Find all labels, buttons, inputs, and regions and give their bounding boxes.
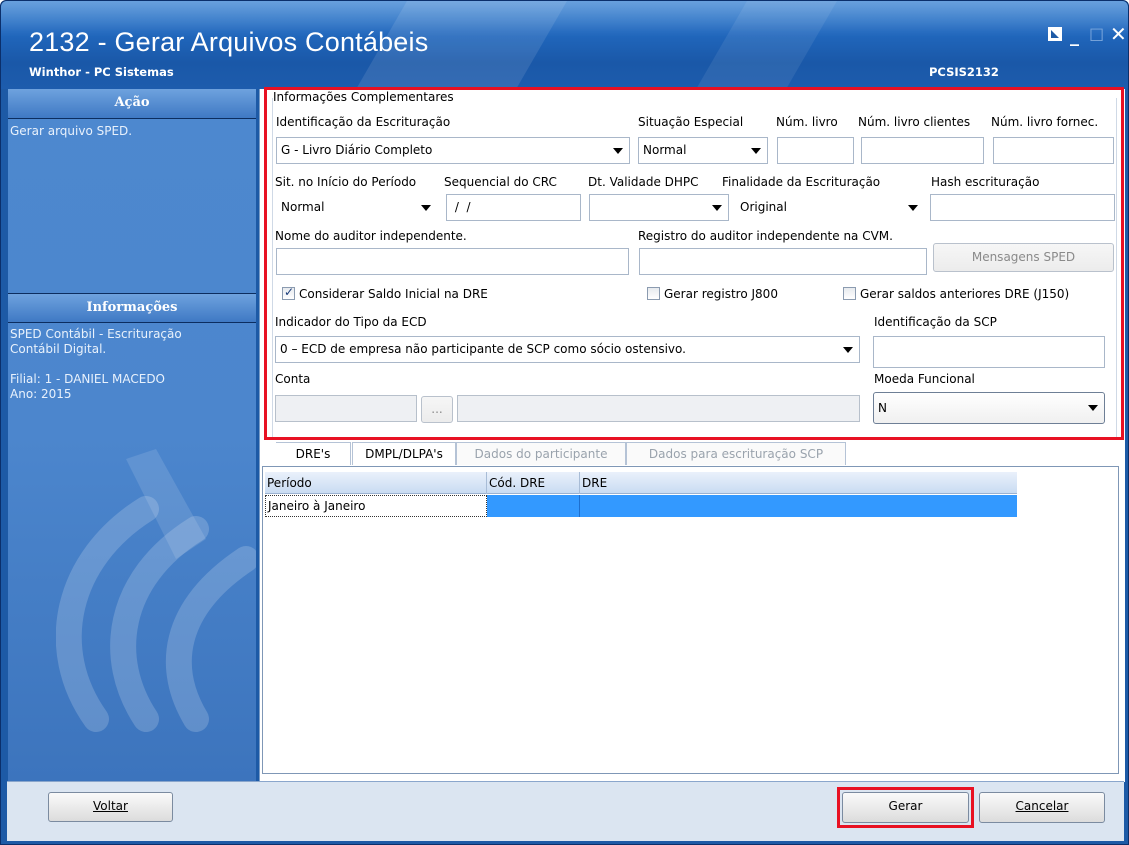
sidebar: Ação Gerar arquivo SPED. Informações SPE…	[8, 89, 256, 782]
highlight-frame	[264, 87, 1124, 440]
info-filial: Filial: 1 - DANIEL MACEDO	[10, 372, 166, 386]
informacoes-header: Informações	[8, 293, 256, 323]
minimize-icon[interactable]: _	[1070, 28, 1079, 46]
close-icon[interactable]: ✕	[1110, 24, 1127, 44]
window-title: 2132 - Gerar Arquivos Contábeis	[29, 27, 429, 57]
cancelar-label: Cancelar	[1015, 799, 1069, 813]
col-cod-dre[interactable]: Cód. DRE	[487, 472, 580, 494]
title-bar: 2132 - Gerar Arquivos Contábeis Winthor …	[1, 1, 1128, 89]
tab-dres[interactable]: DRE's	[276, 442, 351, 465]
tab-dados-escrituracao-scp[interactable]: Dados para escrituração SCP	[626, 442, 846, 465]
voltar-button[interactable]: Voltar	[48, 792, 173, 822]
voltar-label: Voltar	[93, 799, 128, 813]
cell-periodo[interactable]: Janeiro à Janeiro	[265, 495, 487, 517]
tab-dados-participante[interactable]: Dados do participante	[456, 442, 626, 465]
tab-strip: DRE's DMPL/DLPA's Dados do participante …	[266, 442, 1116, 465]
maximize-icon[interactable]: ☐	[1089, 27, 1104, 45]
col-periodo[interactable]: Período	[265, 472, 487, 494]
routine-code: PCSIS2132	[929, 65, 999, 79]
informacoes-text: SPED Contábil - Escrituração Contábil Di…	[10, 327, 182, 402]
gerar-highlight-frame	[837, 787, 974, 828]
dre-grid: Período Cód. DRE DRE Janeiro à Janeiro	[262, 466, 1119, 774]
info-ano: Ano: 2015	[10, 387, 72, 401]
restore-icon[interactable]	[1048, 27, 1062, 41]
cell-cod-dre[interactable]	[487, 495, 580, 517]
info-line: Contábil Digital.	[10, 342, 107, 356]
info-line: SPED Contábil - Escrituração	[10, 327, 182, 341]
winthor-logo-icon	[56, 449, 256, 732]
cancelar-button[interactable]: Cancelar	[979, 792, 1105, 823]
tab-dmpl-dlpa[interactable]: DMPL/DLPA's	[352, 442, 456, 465]
col-dre[interactable]: DRE	[580, 472, 1017, 494]
table-row[interactable]: Janeiro à Janeiro	[265, 495, 1017, 517]
window-subtitle: Winthor - PC Sistemas	[29, 65, 174, 79]
acao-header: Ação	[8, 89, 256, 119]
acao-text: Gerar arquivo SPED.	[10, 124, 133, 138]
cell-dre[interactable]	[580, 495, 1017, 517]
grid-header: Período Cód. DRE DRE	[265, 472, 1017, 494]
